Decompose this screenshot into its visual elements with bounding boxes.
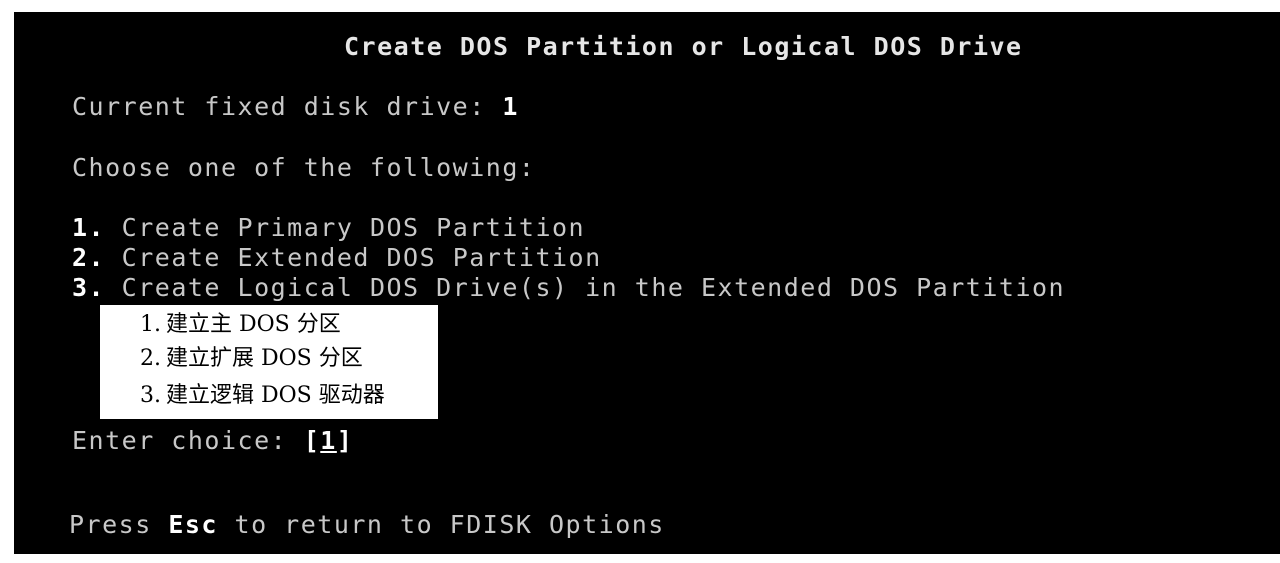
option-number: 2. (72, 243, 106, 272)
option-label: Create Primary DOS Partition (121, 213, 586, 242)
current-drive-label: Current fixed disk drive: (72, 92, 503, 121)
translation-item: 3. 建立逻辑 DOS 驱动器 (140, 382, 385, 410)
translation-number: 2. (140, 346, 161, 371)
menu-option-primary[interactable]: 1. Create Primary DOS Partition (72, 213, 585, 243)
footer-prefix: Press (69, 510, 169, 539)
footer-hint: Press Esc to return to FDISK Options (69, 510, 665, 540)
translation-label: 建立逻辑 DOS 驱动器 (166, 383, 385, 408)
screen-title: Create DOS Partition or Logical DOS Driv… (344, 32, 1023, 61)
option-label: Create Logical DOS Drive(s) in the Exten… (121, 273, 1066, 302)
option-label: Create Extended DOS Partition (121, 243, 602, 272)
choose-prompt: Choose one of the following: (72, 153, 536, 182)
menu-option-extended[interactable]: 2. Create Extended DOS Partition (72, 243, 602, 273)
dos-console-screen: Create DOS Partition or Logical DOS Driv… (14, 12, 1280, 554)
translation-item: 1. 建立主 DOS 分区 (140, 311, 341, 339)
option-number: 3. (72, 273, 106, 302)
esc-key[interactable]: Esc (168, 510, 218, 539)
footer-suffix: to return to FDISK Options (217, 510, 665, 539)
enter-choice-label: Enter choice: (72, 426, 304, 455)
menu-option-logical[interactable]: 3. Create Logical DOS Drive(s) in the Ex… (72, 273, 1065, 303)
enter-choice-input[interactable]: 1 (320, 426, 337, 455)
enter-choice-line: Enter choice: [1] (72, 426, 353, 456)
enter-choice-close-bracket: ] (336, 426, 354, 455)
translation-label: 建立主 DOS 分区 (166, 312, 341, 337)
current-drive-line: Current fixed disk drive: 1 (72, 92, 519, 122)
enter-choice-open-bracket: [ (303, 426, 321, 455)
option-number: 1. (72, 213, 106, 242)
translation-item: 2. 建立扩展 DOS 分区 (140, 345, 363, 373)
translation-label: 建立扩展 DOS 分区 (166, 346, 363, 371)
translation-number: 3. (140, 383, 161, 408)
current-drive-value: 1 (502, 92, 519, 121)
translation-number: 1. (140, 312, 161, 337)
translation-overlay: 1. 建立主 DOS 分区 2. 建立扩展 DOS 分区 3. 建立逻辑 DOS 驱动… (100, 305, 438, 419)
